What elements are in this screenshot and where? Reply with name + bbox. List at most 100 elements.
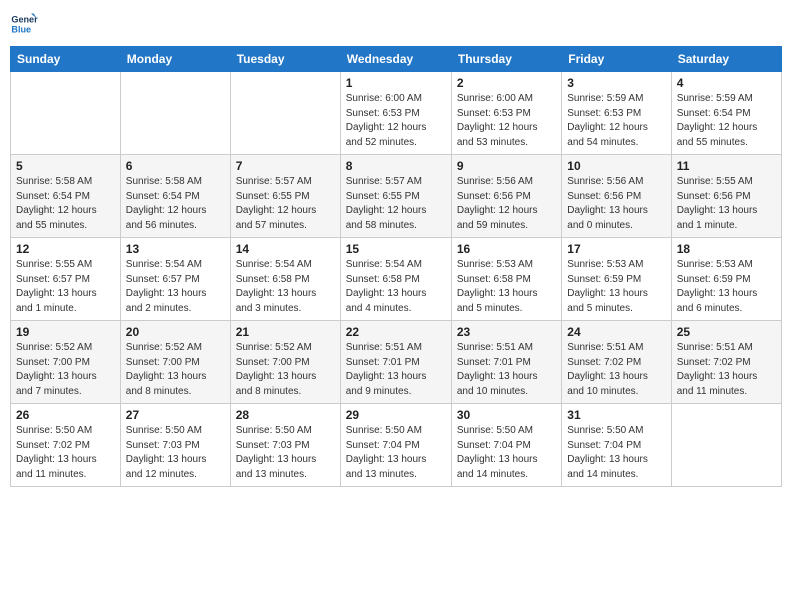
day-header-tuesday: Tuesday <box>230 47 340 72</box>
calendar-cell: 14 Sunrise: 5:54 AMSunset: 6:58 PMDayligh… <box>230 238 340 321</box>
day-info: Sunrise: 5:53 AMSunset: 6:58 PMDaylight:… <box>457 258 556 316</box>
calendar-cell: 30 Sunrise: 5:50 AMSunset: 7:04 PMDayligh… <box>451 404 561 487</box>
day-number: 27 <box>126 408 225 422</box>
calendar-cell: 11Sunrise: 5:55 AMSunset: 6:56 PMDayligh… <box>671 155 781 238</box>
day-info: Sunrise: 5:52 AMSunset: 7:00 PMDaylight:… <box>16 341 115 399</box>
day-number: 5 <box>16 159 115 173</box>
calendar-cell: 27 Sunrise: 5:50 AMSunset: 7:03 PMDayligh… <box>120 404 230 487</box>
day-info: Sunrise: 5:50 AMSunset: 7:04 PMDaylight:… <box>457 424 556 482</box>
day-info: Sunrise: 5:50 AMSunset: 7:03 PMDaylight:… <box>126 424 225 482</box>
day-info: Sunrise: 5:51 AMSunset: 7:02 PMDaylight:… <box>677 341 776 399</box>
calendar-cell: 12Sunrise: 5:55 AMSunset: 6:57 PMDayligh… <box>11 238 121 321</box>
day-number: 29 <box>346 408 446 422</box>
calendar-cell: 29 Sunrise: 5:50 AMSunset: 7:04 PMDayligh… <box>340 404 451 487</box>
day-number: 28 <box>236 408 335 422</box>
day-header-thursday: Thursday <box>451 47 561 72</box>
calendar-cell: 6 Sunrise: 5:58 AMSunset: 6:54 PMDaylight… <box>120 155 230 238</box>
calendar-cell: 1 Sunrise: 6:00 AMSunset: 6:53 PMDaylight… <box>340 72 451 155</box>
calendar-cell: 7 Sunrise: 5:57 AMSunset: 6:55 PMDaylight… <box>230 155 340 238</box>
calendar-cell: 15Sunrise: 5:54 AMSunset: 6:58 PMDayligh… <box>340 238 451 321</box>
day-number: 23 <box>457 325 556 339</box>
day-info: Sunrise: 5:59 AMSunset: 6:54 PMDaylight:… <box>677 92 776 150</box>
day-number: 11 <box>677 159 776 173</box>
day-info: Sunrise: 5:56 AMSunset: 6:56 PMDaylight:… <box>567 175 665 233</box>
calendar-week-row: 1 Sunrise: 6:00 AMSunset: 6:53 PMDaylight… <box>11 72 782 155</box>
day-number: 1 <box>346 76 446 90</box>
day-number: 26 <box>16 408 115 422</box>
page-header: General Blue <box>10 10 782 38</box>
calendar-cell: 19 Sunrise: 5:52 AMSunset: 7:00 PMDayligh… <box>11 321 121 404</box>
day-info: Sunrise: 5:59 AMSunset: 6:53 PMDaylight:… <box>567 92 665 150</box>
calendar-week-row: 26 Sunrise: 5:50 AMSunset: 7:02 PMDayligh… <box>11 404 782 487</box>
calendar-cell <box>230 72 340 155</box>
day-info: Sunrise: 5:50 AMSunset: 7:04 PMDaylight:… <box>346 424 446 482</box>
calendar-week-row: 5 Sunrise: 5:58 AMSunset: 6:54 PMDaylight… <box>11 155 782 238</box>
day-number: 18 <box>677 242 776 256</box>
day-number: 12 <box>16 242 115 256</box>
day-number: 14 <box>236 242 335 256</box>
day-number: 20 <box>126 325 225 339</box>
calendar-cell: 9Sunrise: 5:56 AMSunset: 6:56 PMDaylight… <box>451 155 561 238</box>
day-info: Sunrise: 5:50 AMSunset: 7:04 PMDaylight:… <box>567 424 665 482</box>
day-info: Sunrise: 5:50 AMSunset: 7:02 PMDaylight:… <box>16 424 115 482</box>
calendar-cell: 24 Sunrise: 5:51 AMSunset: 7:02 PMDayligh… <box>562 321 671 404</box>
day-info: Sunrise: 5:51 AMSunset: 7:02 PMDaylight:… <box>567 341 665 399</box>
calendar-cell: 25Sunrise: 5:51 AMSunset: 7:02 PMDayligh… <box>671 321 781 404</box>
calendar-header-row: SundayMondayTuesdayWednesdayThursdayFrid… <box>11 47 782 72</box>
day-number: 6 <box>126 159 225 173</box>
calendar-cell: 16 Sunrise: 5:53 AMSunset: 6:58 PMDayligh… <box>451 238 561 321</box>
day-number: 21 <box>236 325 335 339</box>
calendar-cell: 5Sunrise: 5:58 AMSunset: 6:54 PMDaylight… <box>11 155 121 238</box>
day-number: 16 <box>457 242 556 256</box>
calendar-cell: 28 Sunrise: 5:50 AMSunset: 7:03 PMDayligh… <box>230 404 340 487</box>
day-number: 19 <box>16 325 115 339</box>
day-header-wednesday: Wednesday <box>340 47 451 72</box>
day-info: Sunrise: 5:50 AMSunset: 7:03 PMDaylight:… <box>236 424 335 482</box>
day-info: Sunrise: 5:54 AMSunset: 6:58 PMDaylight:… <box>236 258 335 316</box>
calendar-week-row: 19 Sunrise: 5:52 AMSunset: 7:00 PMDayligh… <box>11 321 782 404</box>
day-info: Sunrise: 5:54 AMSunset: 6:57 PMDaylight:… <box>126 258 225 316</box>
calendar-cell: 23 Sunrise: 5:51 AMSunset: 7:01 PMDayligh… <box>451 321 561 404</box>
day-number: 10 <box>567 159 665 173</box>
calendar-week-row: 12Sunrise: 5:55 AMSunset: 6:57 PMDayligh… <box>11 238 782 321</box>
day-info: Sunrise: 5:52 AMSunset: 7:00 PMDaylight:… <box>126 341 225 399</box>
day-info: Sunrise: 5:51 AMSunset: 7:01 PMDaylight:… <box>346 341 446 399</box>
day-info: Sunrise: 5:57 AMSunset: 6:55 PMDaylight:… <box>236 175 335 233</box>
day-number: 2 <box>457 76 556 90</box>
day-number: 7 <box>236 159 335 173</box>
day-number: 30 <box>457 408 556 422</box>
day-number: 17 <box>567 242 665 256</box>
day-header-saturday: Saturday <box>671 47 781 72</box>
calendar-cell: 10 Sunrise: 5:56 AMSunset: 6:56 PMDayligh… <box>562 155 671 238</box>
day-info: Sunrise: 5:53 AMSunset: 6:59 PMDaylight:… <box>567 258 665 316</box>
calendar-cell: 20 Sunrise: 5:52 AMSunset: 7:00 PMDayligh… <box>120 321 230 404</box>
day-info: Sunrise: 5:57 AMSunset: 6:55 PMDaylight:… <box>346 175 446 233</box>
calendar-cell: 26 Sunrise: 5:50 AMSunset: 7:02 PMDayligh… <box>11 404 121 487</box>
day-number: 15 <box>346 242 446 256</box>
day-number: 13 <box>126 242 225 256</box>
calendar-cell: 3 Sunrise: 5:59 AMSunset: 6:53 PMDaylight… <box>562 72 671 155</box>
calendar-cell: 13 Sunrise: 5:54 AMSunset: 6:57 PMDayligh… <box>120 238 230 321</box>
day-info: Sunrise: 5:51 AMSunset: 7:01 PMDaylight:… <box>457 341 556 399</box>
calendar-cell: 18 Sunrise: 5:53 AMSunset: 6:59 PMDayligh… <box>671 238 781 321</box>
day-header-sunday: Sunday <box>11 47 121 72</box>
day-info: Sunrise: 5:52 AMSunset: 7:00 PMDaylight:… <box>236 341 335 399</box>
day-header-monday: Monday <box>120 47 230 72</box>
day-number: 22 <box>346 325 446 339</box>
day-info: Sunrise: 6:00 AMSunset: 6:53 PMDaylight:… <box>457 92 556 150</box>
calendar-cell: 8Sunrise: 5:57 AMSunset: 6:55 PMDaylight… <box>340 155 451 238</box>
day-info: Sunrise: 5:53 AMSunset: 6:59 PMDaylight:… <box>677 258 776 316</box>
day-info: Sunrise: 5:56 AMSunset: 6:56 PMDaylight:… <box>457 175 556 233</box>
day-info: Sunrise: 5:58 AMSunset: 6:54 PMDaylight:… <box>126 175 225 233</box>
calendar-cell: 22 Sunrise: 5:51 AMSunset: 7:01 PMDayligh… <box>340 321 451 404</box>
day-number: 24 <box>567 325 665 339</box>
calendar-cell <box>120 72 230 155</box>
calendar-cell: 17 Sunrise: 5:53 AMSunset: 6:59 PMDayligh… <box>562 238 671 321</box>
day-info: Sunrise: 6:00 AMSunset: 6:53 PMDaylight:… <box>346 92 446 150</box>
day-number: 4 <box>677 76 776 90</box>
calendar-cell <box>11 72 121 155</box>
calendar-cell: 31Sunrise: 5:50 AMSunset: 7:04 PMDayligh… <box>562 404 671 487</box>
svg-text:Blue: Blue <box>11 24 31 34</box>
day-number: 3 <box>567 76 665 90</box>
day-header-friday: Friday <box>562 47 671 72</box>
